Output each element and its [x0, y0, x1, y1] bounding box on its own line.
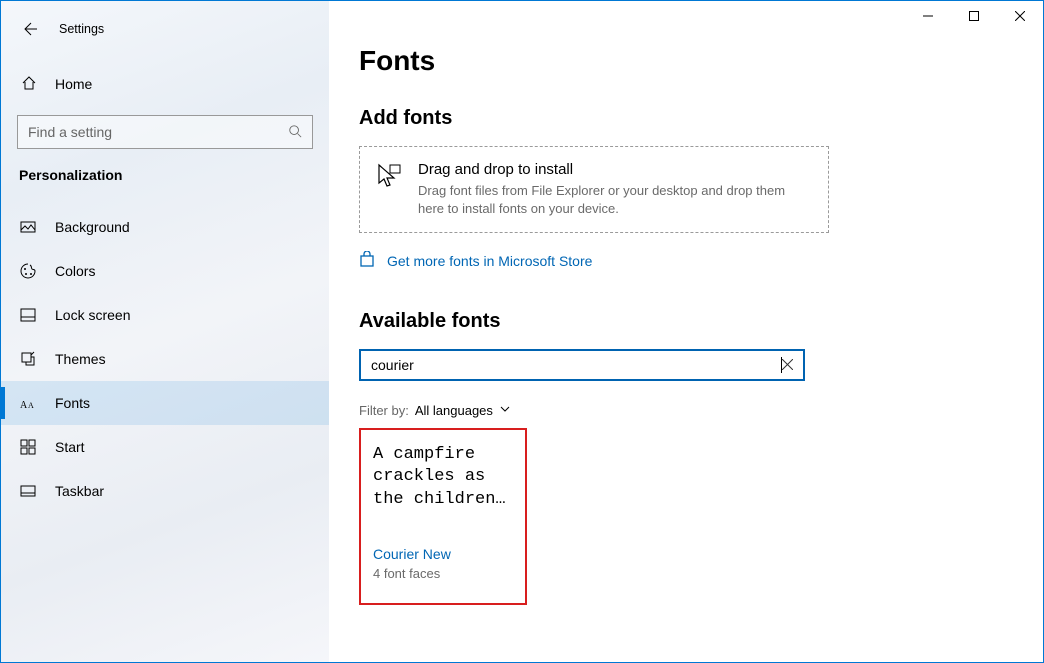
store-icon [359, 251, 375, 270]
search-placeholder: Find a setting [28, 124, 112, 140]
drag-cursor-icon [376, 163, 402, 194]
taskbar-icon [19, 482, 37, 500]
font-filter-input[interactable]: courier [359, 349, 805, 381]
font-sample-text: A campfire crackles as the children… [373, 444, 513, 532]
home-icon [21, 75, 37, 94]
sidebar: Settings Home Find a setting Personaliza… [1, 1, 329, 662]
store-link-label: Get more fonts in Microsoft Store [387, 253, 592, 269]
sidebar-item-label: Fonts [55, 395, 90, 411]
font-drop-zone[interactable]: Drag and drop to install Drag font files… [359, 146, 829, 233]
maximize-button[interactable] [951, 1, 997, 31]
sidebar-item-label: Background [55, 219, 130, 235]
section-title: Personalization [1, 167, 329, 183]
svg-text:A: A [20, 400, 28, 410]
search-input[interactable]: Find a setting [17, 115, 313, 149]
filter-by-label: Filter by: [359, 403, 409, 418]
sidebar-item-lockscreen[interactable]: Lock screen [1, 293, 329, 337]
minimize-button[interactable] [905, 1, 951, 31]
filter-by-value: All languages [415, 403, 493, 418]
drop-zone-title: Drag and drop to install [418, 161, 808, 178]
add-fonts-heading: Add fonts [359, 107, 1003, 130]
sidebar-item-label: Taskbar [55, 483, 104, 499]
app-root: Settings Home Find a setting Personaliza… [1, 1, 1043, 662]
clear-input-button[interactable] [782, 357, 793, 373]
font-card-courier-new[interactable]: A campfire crackles as the children… Cou… [359, 428, 527, 605]
close-button[interactable] [997, 1, 1043, 31]
filter-by-row[interactable]: Filter by: All languages [359, 403, 1003, 418]
search-icon [288, 124, 302, 141]
back-button[interactable] [21, 21, 37, 37]
window-controls [905, 1, 1043, 31]
main-content: Fonts Add fonts Drag and drop to install… [329, 1, 1043, 662]
available-fonts-heading: Available fonts [359, 310, 1003, 333]
sidebar-item-label: Start [55, 439, 85, 455]
picture-icon [19, 218, 37, 236]
sidebar-item-start[interactable]: Start [1, 425, 329, 469]
store-link[interactable]: Get more fonts in Microsoft Store [359, 251, 1003, 270]
window-title: Settings [59, 22, 104, 36]
filter-input-value: courier [371, 357, 781, 373]
chevron-down-icon [499, 403, 511, 418]
sidebar-item-background[interactable]: Background [1, 205, 329, 249]
sidebar-header: Settings [1, 9, 329, 49]
font-name: Courier New [373, 546, 513, 562]
home-label: Home [55, 76, 92, 92]
sidebar-item-label: Colors [55, 263, 95, 279]
font-faces-count: 4 font faces [373, 566, 513, 581]
lockscreen-icon [19, 306, 37, 324]
svg-text:A: A [28, 401, 34, 410]
sidebar-item-label: Themes [55, 351, 106, 367]
themes-icon [19, 350, 37, 368]
home-nav[interactable]: Home [1, 63, 329, 105]
sidebar-item-colors[interactable]: Colors [1, 249, 329, 293]
palette-icon [19, 262, 37, 280]
sidebar-item-taskbar[interactable]: Taskbar [1, 469, 329, 513]
start-icon [19, 438, 37, 456]
drop-zone-subtitle: Drag font files from File Explorer or yo… [418, 182, 808, 218]
sidebar-item-themes[interactable]: Themes [1, 337, 329, 381]
page-title: Fonts [359, 45, 1003, 77]
sidebar-item-label: Lock screen [55, 307, 130, 323]
drop-zone-text: Drag and drop to install Drag font files… [418, 161, 808, 218]
fonts-icon: AA [19, 394, 37, 412]
sidebar-item-fonts[interactable]: AA Fonts [1, 381, 329, 425]
